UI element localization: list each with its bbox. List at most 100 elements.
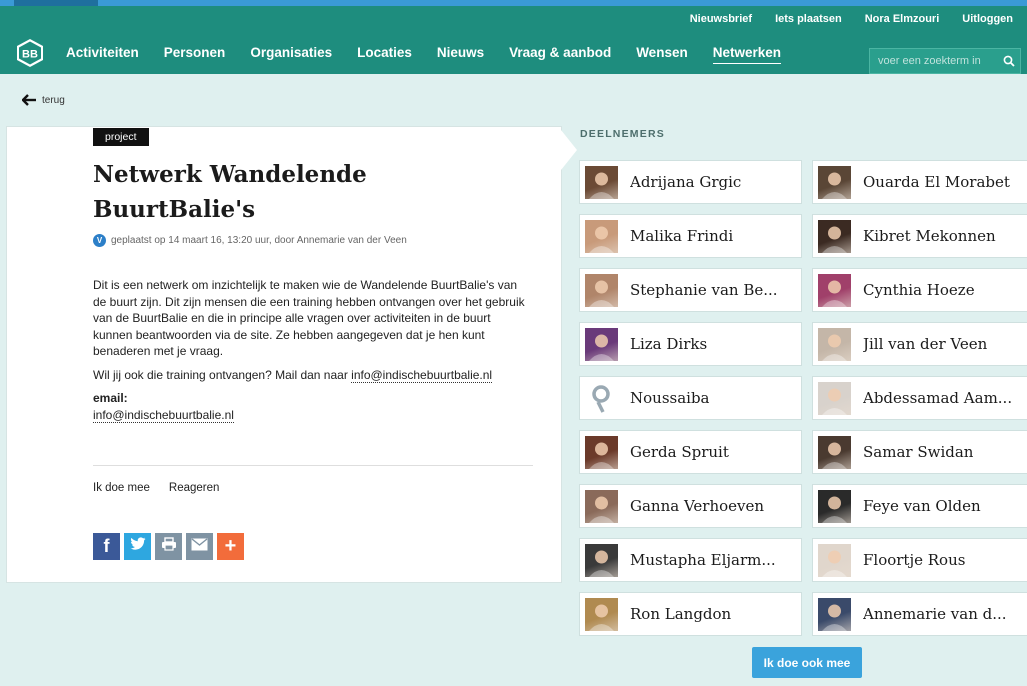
mail-share-button[interactable] [186, 533, 213, 560]
participant-card[interactable]: Noussaiba [579, 376, 802, 420]
facebook-icon: f [103, 536, 110, 556]
join-network-button[interactable]: Ik doe ook mee [752, 647, 862, 678]
participant-card[interactable]: Stephanie van Be... [579, 268, 802, 312]
participant-name: Jill van der Veen [863, 335, 988, 353]
participant-name: Gerda Spruit [630, 443, 729, 461]
avatar [818, 327, 851, 361]
avatar [818, 435, 851, 469]
participant-name: Liza Dirks [630, 335, 708, 353]
avatar [818, 543, 851, 577]
post-type-tag: project [93, 128, 149, 146]
avatar [585, 382, 618, 415]
participant-card[interactable]: Samar Swidan [812, 430, 1027, 474]
avatar [818, 489, 851, 523]
utility-nav: Nieuwsbrief Iets plaatsen Nora Elmzouri Uit… [667, 12, 1013, 26]
email-link[interactable]: info@indischebuurtbalie.nl [93, 407, 234, 423]
mail-prefix-text: Wil jij ook die training ontvangen? Mail… [93, 367, 352, 382]
plus-icon: + [224, 535, 237, 557]
participant-card[interactable]: Adrijana Grgic [579, 160, 802, 204]
nav-item-organisaties[interactable]: Organisaties [250, 44, 332, 64]
utility-link-nora-elmzouri[interactable]: Nora Elmzouri [865, 12, 940, 26]
participant-card[interactable]: Cynthia Hoeze [812, 268, 1027, 312]
participant-name: Noussaiba [630, 389, 710, 407]
utility-link-nieuwsbrief[interactable]: Nieuwsbrief [690, 12, 752, 26]
plus-share-button[interactable]: + [217, 533, 244, 560]
twitter-icon [129, 537, 146, 556]
participant-name: Mustapha Eljarm... [630, 551, 776, 569]
participant-name: Cynthia Hoeze [863, 281, 975, 299]
post-card: project Netwerk Wandelende BuurtBalie's … [6, 126, 562, 583]
participant-card[interactable]: Kibret Mekonnen [812, 214, 1027, 258]
print-share-button[interactable] [155, 533, 182, 560]
post-body: Dit is een netwerk om inzichtelijk te ma… [93, 277, 533, 423]
arrow-left-icon [22, 94, 36, 106]
default-avatar-icon [592, 384, 610, 413]
participant-card[interactable]: Ron Langdon [579, 592, 802, 636]
avatar [585, 273, 618, 307]
participant-card[interactable]: Ganna Verhoeven [579, 484, 802, 528]
participant-name: Ron Langdon [630, 605, 732, 623]
nav-item-wensen[interactable]: Wensen [636, 44, 688, 64]
site-logo[interactable]: BB [15, 38, 45, 68]
divider [93, 465, 533, 466]
reply-link[interactable]: Reageren [169, 482, 220, 494]
avatar [818, 273, 851, 307]
participant-card[interactable]: Gerda Spruit [579, 430, 802, 474]
avatar [818, 165, 851, 199]
post-meta: V geplaatst op 14 maart 16, 13:20 uur, d… [93, 234, 407, 247]
participant-card[interactable]: Malika Frindi [579, 214, 802, 258]
avatar [585, 435, 618, 469]
avatar [585, 597, 618, 631]
participant-name: Adrijana Grgic [630, 173, 742, 191]
nav-item-netwerken[interactable]: Netwerken [712, 44, 781, 64]
participant-card[interactable]: Annemarie van d... [812, 592, 1027, 636]
mail-icon [191, 537, 208, 556]
participant-name: Kibret Mekonnen [863, 227, 996, 245]
avatar [818, 597, 851, 631]
nav-item-activiteiten[interactable]: Activiteiten [66, 44, 139, 64]
nav-item-personen[interactable]: Personen [164, 44, 226, 64]
post-actions: Ik doe mee Reageren [93, 482, 238, 494]
participant-name: Stephanie van Be... [630, 281, 778, 299]
svg-text:BB: BB [22, 49, 38, 61]
back-label: terug [42, 94, 65, 106]
utility-link-iets-plaatsen[interactable]: Iets plaatsen [775, 12, 842, 26]
search-icon[interactable] [998, 49, 1020, 73]
avatar [585, 543, 618, 577]
participant-name: Ganna Verhoeven [630, 497, 765, 515]
logo-hexagon-icon: BB [17, 39, 43, 67]
mail-link[interactable]: info@indischebuurtbalie.nl [351, 367, 493, 383]
avatar [818, 219, 851, 253]
participant-name: Feye van Olden [863, 497, 981, 515]
post-meta-text: geplaatst op 14 maart 16, 13:20 uur, doo… [111, 235, 407, 246]
participant-name: Malika Frindi [630, 227, 734, 245]
participant-card[interactable]: Ouarda El Morabet [812, 160, 1027, 204]
avatar [585, 219, 618, 253]
nav-item-vraag-aanbod[interactable]: Vraag & aanbod [509, 44, 611, 64]
participant-name: Samar Swidan [863, 443, 974, 461]
join-link[interactable]: Ik doe mee [93, 482, 150, 494]
facebook-share-button[interactable]: f [93, 533, 120, 560]
print-icon [161, 537, 177, 556]
nav-item-locaties[interactable]: Locaties [357, 44, 412, 64]
participant-card[interactable]: Floortje Rous [812, 538, 1027, 582]
email-label: email: [93, 391, 128, 405]
search-box [869, 48, 1021, 74]
back-link[interactable]: terug [22, 94, 65, 106]
avatar [585, 327, 618, 361]
participant-name: Floortje Rous [863, 551, 966, 569]
participant-card[interactable]: Mustapha Eljarm... [579, 538, 802, 582]
nav-item-nieuws[interactable]: Nieuws [437, 44, 484, 64]
participant-name: Ouarda El Morabet [863, 173, 1010, 191]
share-bar: f + [93, 533, 248, 560]
twitter-share-button[interactable] [124, 533, 151, 560]
search-input[interactable] [870, 49, 998, 73]
avatar [585, 489, 618, 523]
participant-card[interactable]: Feye van Olden [812, 484, 1027, 528]
utility-link-uitloggen[interactable]: Uitloggen [962, 12, 1013, 26]
participant-card[interactable]: Liza Dirks [579, 322, 802, 366]
participant-card[interactable]: Jill van der Veen [812, 322, 1027, 366]
participant-name: Annemarie van d... [863, 605, 1007, 623]
participant-card[interactable]: Abdessamad Aam... [812, 376, 1027, 420]
card-notch [561, 130, 577, 170]
